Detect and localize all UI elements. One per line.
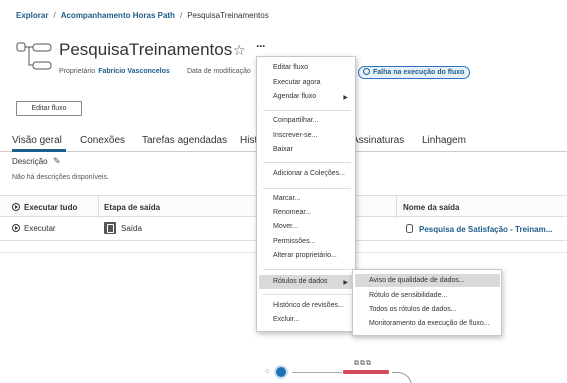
menu-item-revision-history[interactable]: Histórico de revisões... <box>273 302 344 309</box>
submenu-item-all-data-labels[interactable]: Todos os rótulos de dados... <box>369 306 457 313</box>
breadcrumb-separator: / <box>53 11 56 20</box>
modified-label: Data de modificação <box>187 68 251 75</box>
chevron-right-icon: ▶ <box>343 280 348 286</box>
menu-item-data-labels[interactable]: Rótulos de dados <box>273 278 327 285</box>
tab-connections[interactable]: Conexões <box>80 135 125 146</box>
flow-input-node[interactable] <box>274 365 288 379</box>
column-divider <box>98 196 99 218</box>
run-button[interactable]: Executar <box>12 224 56 233</box>
column-header-stage[interactable]: Etapa de saída <box>104 203 160 212</box>
menu-item-permissions[interactable]: Permissões... <box>273 238 315 245</box>
chevron-right-icon: ▶ <box>343 95 348 101</box>
flow-output-node[interactable] <box>343 370 389 374</box>
output-name-link[interactable]: Pesquisa de Satisfação - Treinam... <box>419 225 552 234</box>
menu-item-rename[interactable]: Renomear... <box>273 209 311 216</box>
breadcrumb-explore-link[interactable]: Explorar <box>16 11 48 20</box>
description-label: Descrição <box>12 157 48 166</box>
menu-item-schedule-flow[interactable]: Agendar fluxo <box>273 93 316 100</box>
owner-info: Proprietário Fabrício Vasconcelos <box>59 68 170 75</box>
run-label: Executar <box>24 224 56 233</box>
output-stage-cell: Saída <box>104 222 142 234</box>
column-divider <box>396 196 397 218</box>
submenu-item-flow-run-monitoring[interactable]: Monitoramento da execução de fluxo... <box>369 320 490 327</box>
menu-divider <box>263 162 351 163</box>
tab-subscriptions[interactable]: Assinaturas <box>352 135 404 146</box>
output-step-icon <box>104 222 116 234</box>
edit-flow-button[interactable]: Editar fluxo <box>16 101 82 116</box>
menu-item-move[interactable]: Mover... <box>273 223 298 230</box>
run-all-label: Executar tudo <box>24 203 78 212</box>
output-step-icons: ⧉⧉⧉ <box>354 360 372 367</box>
tab-lineage[interactable]: Linhagem <box>422 135 466 146</box>
menu-item-run-now[interactable]: Executar agora <box>273 79 320 86</box>
menu-divider <box>263 294 351 295</box>
menu-divider <box>263 188 351 189</box>
pencil-icon[interactable]: ✎ <box>53 156 61 167</box>
actions-menu: Editar fluxo Executar agora Agendar flux… <box>256 56 356 332</box>
owner-label: Proprietário <box>59 68 96 75</box>
menu-item-tag[interactable]: Marcar... <box>273 195 300 202</box>
menu-item-subscribe[interactable]: Inscrever-se... <box>273 132 317 139</box>
owner-link[interactable]: Fabrício Vasconcelos <box>98 68 170 75</box>
status-badge-label: Falha na execução do fluxo <box>373 69 465 76</box>
status-badge[interactable]: Falha na execução do fluxo <box>358 66 471 79</box>
flow-connector <box>292 372 342 373</box>
flow-connector <box>392 372 412 383</box>
stage-name: Saída <box>121 224 142 233</box>
data-labels-submenu: Aviso de qualidade de dados... Rótulo de… <box>352 269 502 336</box>
menu-item-add-to-collections[interactable]: Adicionar a Coleções... <box>273 170 345 177</box>
menu-item-edit-flow[interactable]: Editar fluxo <box>273 64 308 71</box>
menu-item-change-owner[interactable]: Alterar proprietário... <box>273 252 337 259</box>
menu-item-download[interactable]: Baixar <box>273 146 293 153</box>
active-tab-indicator <box>12 149 66 152</box>
run-all-button[interactable]: Executar tudo <box>12 203 77 212</box>
submenu-item-data-quality-warning[interactable]: Aviso de qualidade de dados... <box>369 277 465 284</box>
description-text: Não há descrições disponíveis. <box>12 174 109 181</box>
menu-item-delete[interactable]: Excluir... <box>273 316 299 323</box>
breadcrumb-separator: / <box>179 11 183 20</box>
tab-overview[interactable]: Visão geral <box>12 135 62 146</box>
play-icon <box>12 203 20 211</box>
flow-icon <box>16 42 52 70</box>
menu-divider <box>263 269 351 270</box>
input-glyph-icon: ⁘ <box>264 367 271 376</box>
tab-scheduled-tasks[interactable]: Tarefas agendadas <box>142 135 227 146</box>
breadcrumb-project-link[interactable]: Acompanhamento Horas Path <box>61 11 175 20</box>
breadcrumb-current: PesquisaTreinamentos <box>187 11 269 20</box>
menu-item-share[interactable]: Compartilhar... <box>273 117 319 124</box>
play-icon <box>12 224 20 232</box>
submenu-item-sensitivity-label[interactable]: Rótulo de sensibilidade... <box>369 292 447 299</box>
star-icon[interactable]: ☆ <box>233 42 246 59</box>
menu-divider <box>263 110 351 111</box>
breadcrumb: Explorar / Acompanhamento Horas Path / Pesqu… <box>16 11 269 20</box>
ellipsis-icon[interactable]: ··· <box>256 40 268 53</box>
output-name-cell: Pesquisa de Satisfação - Treinam... <box>406 224 552 234</box>
database-icon <box>406 224 413 233</box>
alert-icon <box>363 68 370 75</box>
tab-history[interactable]: Hist <box>240 135 257 146</box>
page-title: PesquisaTreinamentos <box>59 40 233 59</box>
column-header-output[interactable]: Nome da saída <box>403 203 459 212</box>
